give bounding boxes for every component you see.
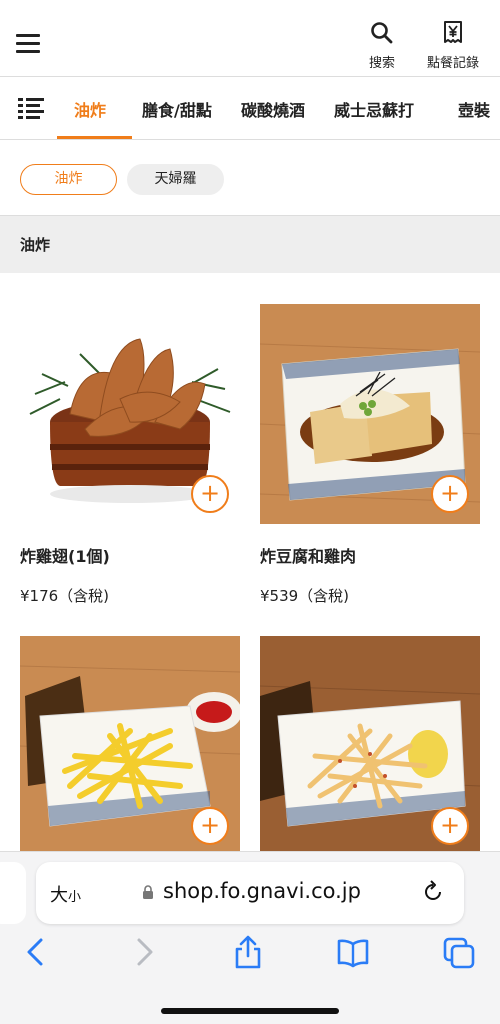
home-indicator [161, 1008, 339, 1014]
search-button[interactable]: 搜索 [350, 20, 414, 71]
product-card[interactable]: + [260, 636, 480, 856]
order-history-label: 點餐記錄 [426, 56, 479, 71]
tabs-icon[interactable] [443, 934, 475, 970]
tab-highball[interactable]: 威士忌蘇打 [334, 97, 414, 121]
lock-icon [143, 885, 153, 899]
product-card[interactable]: + 炸雞翅(1個) ¥176（含稅) [20, 304, 240, 605]
product-image: + [260, 304, 480, 524]
add-to-cart-button[interactable]: + [191, 807, 229, 845]
add-to-cart-button[interactable]: + [431, 475, 469, 513]
product-name: 炸豆腐和雞肉 [260, 547, 357, 566]
url-text: shop.fo.gnavi.co.jp [163, 879, 361, 903]
app-header: 搜索 點餐記錄 [0, 0, 500, 77]
search-label: 搜索 [368, 56, 395, 71]
text-size-large: 大 [50, 885, 68, 906]
add-to-cart-button[interactable]: + [431, 807, 469, 845]
receipt-yen-icon [444, 21, 462, 43]
order-history-button[interactable]: 點餐記錄 [421, 20, 485, 71]
add-to-cart-button[interactable]: + [191, 475, 229, 513]
previous-tab-preview[interactable] [0, 862, 26, 924]
product-price: ¥176（含稅) [20, 587, 110, 605]
section-title: 油炸 [20, 236, 51, 254]
category-list-icon[interactable] [18, 97, 44, 119]
category-tab-bar: 油炸 膳食/甜點 碳酸燒酒 威士忌蘇打 壺裝 [0, 78, 500, 140]
product-image: + [260, 636, 480, 856]
product-image: + [20, 636, 240, 856]
bookmarks-icon[interactable] [337, 934, 369, 970]
text-size-small: 小 [68, 890, 82, 905]
product-card[interactable]: + 炸豆腐和雞肉 ¥539（含稅) [260, 304, 480, 605]
tab-fried[interactable]: 油炸 [74, 97, 106, 121]
hamburger-icon[interactable] [16, 34, 44, 56]
active-tab-indicator [57, 136, 132, 139]
product-name: 炸雞翅(1個) [20, 547, 110, 566]
chip-fried[interactable]: 油炸 [20, 164, 117, 195]
section-header: 油炸 [0, 215, 500, 273]
address-bar[interactable]: 大小 shop.fo.gnavi.co.jp [36, 862, 464, 924]
search-icon [371, 22, 393, 44]
product-image: + [20, 304, 240, 524]
share-icon[interactable] [232, 934, 264, 970]
text-size-button[interactable]: 大小 [50, 881, 81, 907]
reload-icon[interactable] [420, 879, 446, 905]
chip-tempura[interactable]: 天婦羅 [127, 164, 224, 195]
tab-chuhai[interactable]: 碳酸燒酒 [241, 97, 305, 121]
tab-meals-desserts[interactable]: 膳食/甜點 [142, 97, 212, 121]
back-icon[interactable] [20, 934, 52, 970]
product-price: ¥539（含稅) [260, 587, 350, 605]
tab-pitcher[interactable]: 壺裝 [458, 97, 490, 121]
product-card[interactable]: + [20, 636, 240, 856]
forward-icon[interactable] [128, 934, 160, 970]
